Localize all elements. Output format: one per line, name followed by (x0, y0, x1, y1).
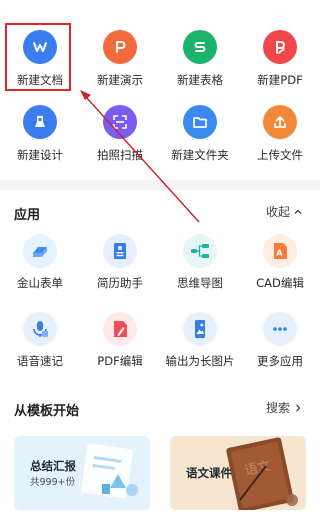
app-label: 更多应用 (257, 354, 303, 368)
wps-spreadsheet-icon (183, 30, 217, 64)
card-title: 总结汇报 (30, 459, 76, 473)
search-templates-button[interactable]: 搜索 (266, 399, 303, 416)
upload-file-label: 上传文件 (257, 148, 303, 162)
app-resume-assistant[interactable]: 简历助手 (80, 234, 160, 290)
svg-text:A: A (276, 249, 283, 258)
chevron-up-icon (294, 209, 302, 214)
photo-scan-label: 拍照扫描 (97, 148, 143, 162)
app-label: CAD编辑 (256, 276, 304, 290)
new-folder-label: 新建文件夹 (171, 148, 229, 162)
chevron-right-icon (296, 404, 301, 411)
wps-presentation-icon (103, 30, 137, 64)
collapse-label: 收起 (266, 205, 291, 219)
app-label: 金山表单 (17, 276, 63, 290)
app-label: 语音速记 (17, 354, 63, 368)
collapse-apps-button[interactable]: 收起 (266, 203, 303, 220)
app-label: 简历助手 (97, 276, 143, 290)
app-voice-note[interactable]: 语音速记 (0, 312, 80, 368)
section-divider (0, 180, 320, 190)
design-brush-icon (23, 105, 57, 139)
app-kingsoft-form[interactable]: 金山表单 (0, 234, 80, 290)
cad-icon: A (263, 234, 297, 268)
template-card-summary-report[interactable]: 总结汇报 共999+份 (14, 436, 150, 510)
app-export-long-image[interactable]: 输出为长图片 (160, 312, 240, 368)
new-pdf-button[interactable]: 新建PDF (240, 30, 320, 87)
new-spreadsheet-button[interactable]: 新建表格 (160, 30, 240, 87)
templates-section-title: 从模板开始 (14, 404, 80, 419)
new-spreadsheet-label: 新建表格 (177, 73, 223, 87)
folder-icon (183, 105, 217, 139)
search-label: 搜索 (266, 401, 291, 415)
wps-pdf-icon (263, 30, 297, 64)
new-presentation-label: 新建演示 (97, 73, 143, 87)
app-cad-edit[interactable]: A CAD编辑 (240, 234, 320, 290)
app-label: 输出为长图片 (165, 354, 235, 368)
new-presentation-button[interactable]: 新建演示 (80, 30, 160, 87)
upload-file-button[interactable]: 上传文件 (240, 105, 320, 162)
resume-icon (103, 234, 137, 268)
new-pdf-label: 新建PDF (257, 73, 303, 87)
mindmap-icon (183, 234, 217, 268)
new-design-label: 新建设计 (17, 148, 63, 162)
pdf-edit-icon (103, 312, 137, 346)
card-count: 共999+份 (30, 477, 76, 488)
upload-icon (263, 105, 297, 139)
scan-icon (103, 105, 137, 139)
new-folder-button[interactable]: 新建文件夹 (160, 105, 240, 162)
long-image-icon (183, 312, 217, 346)
card-title: 语文课件 (186, 466, 232, 480)
voice-note-icon (23, 312, 57, 346)
app-more-apps[interactable]: 更多应用 (240, 312, 320, 368)
highlight-box (5, 23, 71, 91)
form-icon (23, 234, 57, 268)
app-label: 思维导图 (177, 276, 223, 290)
app-mind-map[interactable]: 思维导图 (160, 234, 240, 290)
app-pdf-edit[interactable]: PDF编辑 (80, 312, 160, 368)
more-apps-icon (263, 312, 297, 346)
apps-section-title: 应用 (14, 208, 41, 223)
photo-scan-button[interactable]: 拍照扫描 (80, 105, 160, 162)
template-card-chinese-courseware[interactable]: 语文 语文课件 (170, 436, 306, 510)
new-design-button[interactable]: 新建设计 (0, 105, 80, 162)
app-label: PDF编辑 (97, 354, 143, 368)
